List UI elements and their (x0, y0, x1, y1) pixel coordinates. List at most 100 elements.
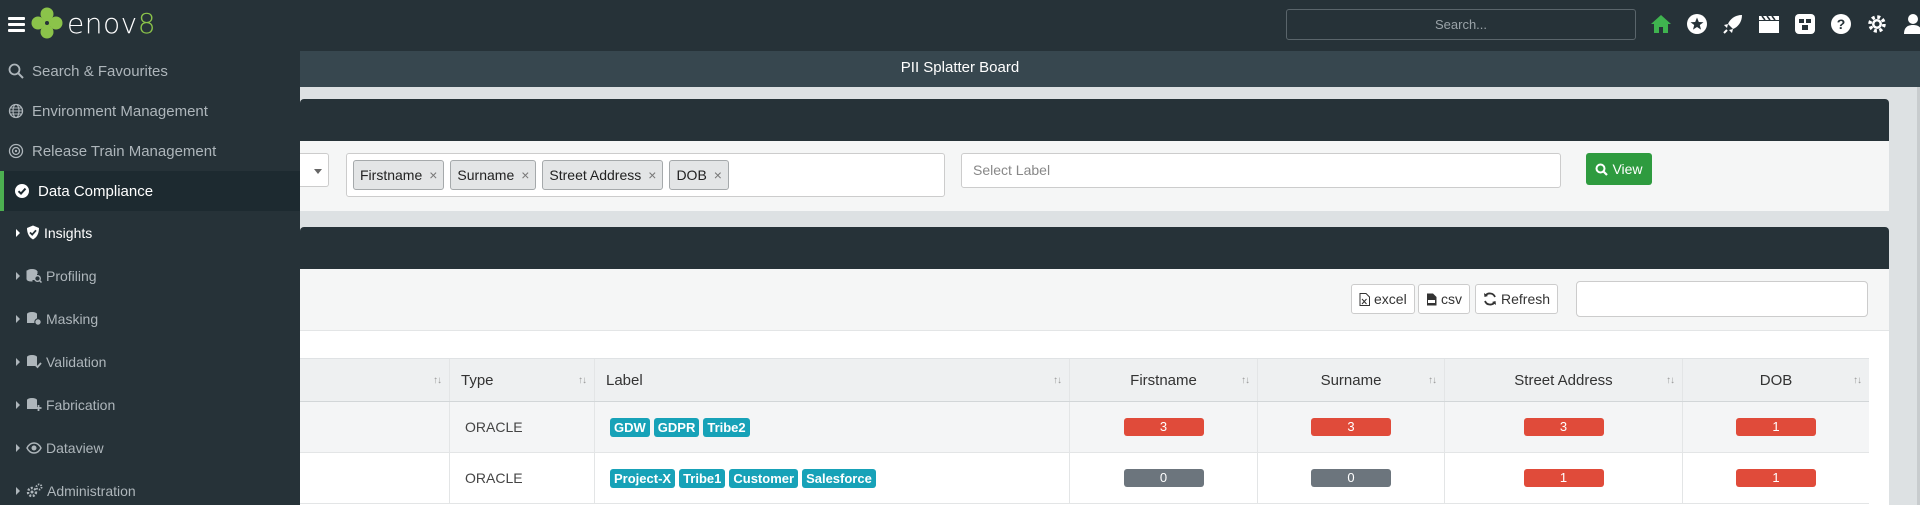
table-search-input[interactable] (1576, 281, 1868, 317)
count-badge[interactable]: 3 (1123, 418, 1204, 436)
tag-remove-icon[interactable]: × (648, 167, 656, 183)
menu-icon[interactable] (8, 17, 25, 32)
chevron-right-icon (16, 271, 20, 280)
label-badge[interactable]: GDPR (653, 417, 700, 437)
tag-remove-icon[interactable]: × (521, 167, 529, 183)
column-header-firstname[interactable]: Firstname ↑↓ (1070, 359, 1258, 401)
eye-icon (26, 441, 42, 454)
sidebar-item-label: Dataview (46, 439, 104, 456)
rocket-icon[interactable] (1722, 12, 1744, 36)
tag-dob[interactable]: DOB × (669, 160, 729, 190)
sidebar-item-label: Administration (47, 482, 136, 499)
label-badge[interactable]: Customer (729, 468, 799, 488)
dob-cell: 1 (1683, 453, 1869, 503)
tag-label: Street Address (549, 167, 642, 183)
column-header-label: Type (461, 371, 494, 389)
view-button[interactable]: View (1586, 153, 1652, 185)
label-badge[interactable]: Tribe1 (679, 468, 726, 488)
search-icon (1595, 163, 1609, 176)
label-select[interactable]: Select Label (961, 153, 1561, 188)
logo[interactable]: enov8 (30, 6, 156, 40)
sidebar-subitem-fabrication[interactable]: Fabrication (0, 383, 300, 426)
column-header-type[interactable]: Type ↑↓ (450, 359, 595, 401)
tag-label: DOB (676, 167, 707, 183)
logo-text: enov8 (67, 6, 157, 40)
star-icon[interactable] (1686, 12, 1708, 36)
global-search-input[interactable]: Search... (1286, 9, 1636, 40)
sort-icon[interactable]: ↑↓ (1241, 375, 1250, 386)
label-cell: Project-X Tribe1 Customer Salesforce (595, 453, 1070, 503)
count-badge[interactable]: 0 (1123, 469, 1204, 487)
globe-icon (8, 103, 24, 119)
label-badge[interactable]: GDW (610, 417, 650, 437)
sort-icon[interactable]: ↑↓ (1853, 375, 1862, 386)
sidebar-item-label: Release Train Management (32, 142, 217, 160)
sidebar: Search & Favourites Environment Manageme… (0, 51, 300, 505)
column-header-label[interactable]: Label ↑↓ (595, 359, 1070, 401)
sidebar-item-label: Environment Management (32, 102, 208, 120)
sidebar-subitem-validation[interactable]: Validation (0, 340, 300, 383)
top-bar: enov8 Search... ? (0, 0, 1920, 51)
environment-select[interactable] (300, 153, 329, 187)
tag-street-address[interactable]: Street Address × (542, 160, 664, 190)
sort-icon[interactable]: ↑↓ (1053, 375, 1062, 386)
count-badge[interactable]: 3 (1523, 418, 1604, 436)
refresh-button[interactable]: Refresh (1475, 284, 1559, 314)
sidebar-item-environment-management[interactable]: Environment Management (0, 91, 300, 131)
sidebar-subitem-dataview[interactable]: Dataview (0, 426, 300, 469)
tag-firstname[interactable]: Firstname × (353, 160, 445, 190)
sort-icon[interactable]: ↑↓ (1428, 375, 1437, 386)
column-header-label: DOB (1759, 371, 1793, 389)
name-cell (300, 453, 450, 503)
street-address-cell: 1 (1445, 453, 1683, 503)
tag-remove-icon[interactable]: × (429, 167, 437, 183)
tag-remove-icon[interactable]: × (714, 167, 722, 183)
table-row[interactable]: ORACLE Project-X Tribe1 Customer Salesfo… (300, 453, 1869, 504)
count-badge[interactable]: 1 (1736, 469, 1816, 487)
gear-icon[interactable] (1866, 12, 1888, 36)
surname-cell: 0 (1258, 453, 1445, 503)
label-badge[interactable]: Tribe2 (703, 417, 750, 437)
sidebar-item-label: Data Compliance (38, 182, 154, 200)
column-header-dob[interactable]: DOB ↑↓ (1683, 359, 1869, 401)
sidebar-subitem-administration[interactable]: Administration (0, 469, 300, 505)
database-plus-icon (27, 398, 42, 411)
sort-icon[interactable]: ↑↓ (578, 375, 587, 386)
firstname-cell: 3 (1070, 402, 1258, 452)
sort-icon[interactable]: ↑↓ (1666, 375, 1675, 386)
table-row[interactable]: ORACLE GDW GDPR Tribe2 3 3 3 1 (300, 402, 1869, 453)
column-header-name[interactable]: ↑↓ (300, 359, 450, 401)
sidebar-subitem-profiling[interactable]: Profiling (0, 254, 300, 297)
help-icon[interactable]: ? (1830, 12, 1852, 36)
slack-icon[interactable] (1794, 12, 1816, 36)
clover-icon (31, 7, 63, 39)
table-header-row: ↑↓ Type ↑↓ Label ↑↓ Firstname ↑↓ Surname ↑↓ … (300, 358, 1869, 402)
count-badge[interactable]: 1 (1736, 418, 1816, 436)
column-header-surname[interactable]: Surname ↑↓ (1258, 359, 1445, 401)
street-address-cell: 3 (1445, 402, 1683, 452)
sidebar-item-label: Search & Favourites (32, 62, 168, 80)
sidebar-item-data-compliance[interactable]: Data Compliance (0, 171, 300, 211)
home-icon[interactable] (1650, 12, 1672, 36)
label-badge[interactable]: Salesforce (802, 468, 876, 488)
count-badge[interactable]: 1 (1523, 469, 1604, 487)
column-tag-input[interactable]: Firstname × Surname × Street Address × DOB × (346, 153, 945, 197)
tag-surname[interactable]: Surname × (450, 160, 537, 190)
label-badge[interactable]: Project-X (610, 468, 676, 488)
chevron-right-icon (16, 486, 20, 495)
count-badge[interactable]: 3 (1311, 418, 1391, 436)
count-badge[interactable]: 0 (1311, 469, 1391, 487)
sidebar-subitem-masking[interactable]: Masking (0, 297, 300, 340)
results-panel-header (300, 227, 1889, 269)
sidebar-subitem-insights[interactable]: Insights (0, 211, 300, 254)
sort-icon[interactable]: ↑↓ (433, 375, 442, 386)
database-search-icon (26, 269, 42, 283)
sidebar-item-search-favourites[interactable]: Search & Favourites (0, 51, 300, 91)
user-icon[interactable] (1902, 12, 1920, 36)
splatter-table: ↑↓ Type ↑↓ Label ↑↓ Firstname ↑↓ Surname ↑↓ … (300, 358, 1869, 504)
export-excel-button[interactable]: excel (1351, 284, 1415, 314)
clapper-icon[interactable] (1758, 12, 1780, 36)
column-header-street-address[interactable]: Street Address ↑↓ (1445, 359, 1683, 401)
export-csv-button[interactable]: csv (1418, 284, 1470, 314)
sidebar-item-release-train[interactable]: Release Train Management (0, 131, 300, 171)
